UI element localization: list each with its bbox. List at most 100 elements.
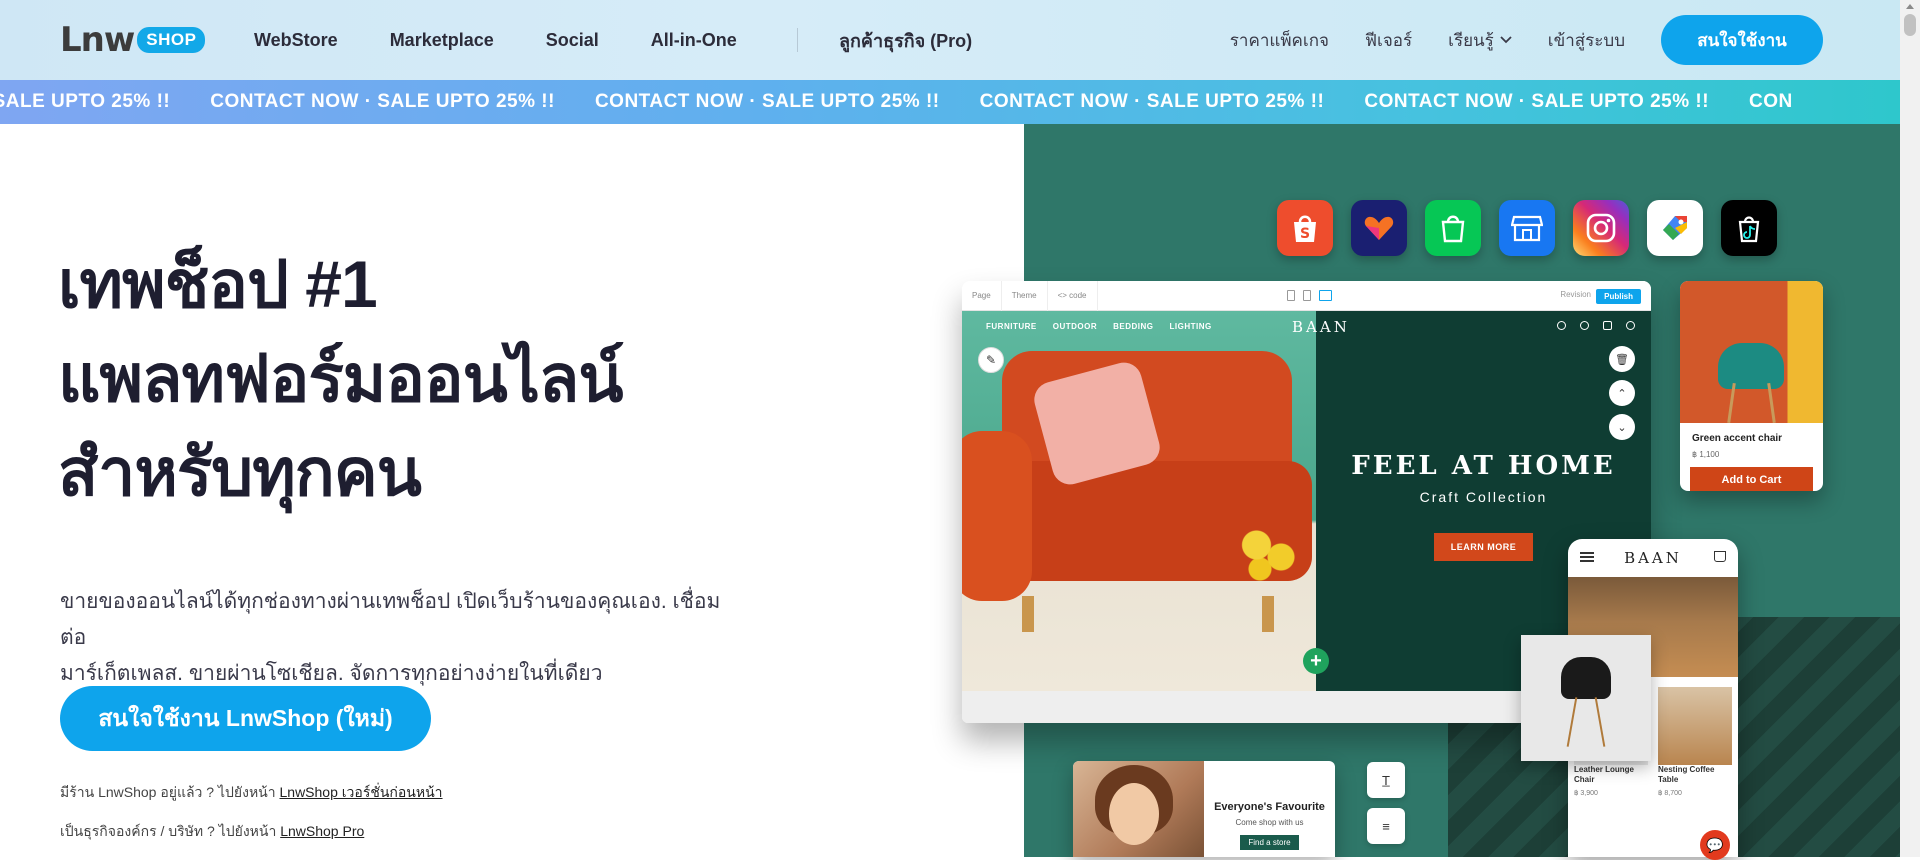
sofa-leg [1022, 596, 1034, 632]
sofa-photo [962, 311, 1316, 691]
promo-mini-card: Everyone's Favourite Come shop with us F… [1073, 761, 1335, 857]
product-card: Green accent chair ฿ 1,100 Add to Cart [1680, 281, 1823, 491]
hero-title-line: สำหรับทุกคน [58, 435, 422, 509]
hero-subtitle: ขายของออนไลน์ได้ทุกช่องทางผ่านเทพช็อป เป… [60, 584, 740, 692]
mobile-product-name: Leather Lounge Chair [1574, 765, 1635, 784]
product-name: Green accent chair [1692, 433, 1783, 444]
lnwshop-pro-link[interactable]: LnwShop Pro [280, 823, 364, 839]
mobile-cart-icon[interactable] [1714, 551, 1726, 562]
nav-pricing[interactable]: ราคาแพ็คเกจ [1230, 27, 1329, 54]
publish-button[interactable]: Publish [1596, 289, 1641, 304]
hamburger-menu-icon[interactable] [1580, 552, 1594, 562]
nav-social[interactable]: Social [546, 30, 599, 51]
existing-shop-note: มีร้าน LnwShop อยู่แล้ว ? ไปยังหน้า LnwS… [60, 782, 443, 804]
site-brand: BAAN [1292, 318, 1350, 336]
site-nav-icons [1557, 321, 1635, 330]
user-icon[interactable] [1626, 321, 1635, 330]
cart-icon[interactable] [1603, 321, 1612, 330]
hero-cta-button[interactable]: สนใจใช้งาน LnwShop (ใหม่) [60, 686, 431, 751]
editor-tab-code[interactable]: <> code [1048, 281, 1098, 311]
mobile-device-icon[interactable] [1287, 290, 1295, 301]
chair-seat [1561, 657, 1611, 699]
editor-tab-page[interactable]: Page [962, 281, 1002, 311]
text-style-icon[interactable]: T̲ [1367, 762, 1405, 798]
learn-more-button[interactable]: LEARN MORE [1433, 533, 1534, 561]
secondary-nav: ราคาแพ็คเกจ ฟีเจอร์ เรียนรู้ เข้าสู่ระบบ… [1230, 0, 1823, 80]
svg-text:S: S [1300, 226, 1310, 242]
site-nav-furniture[interactable]: FURNITURE [986, 322, 1037, 331]
mobile-brand: BAAN [1624, 549, 1682, 567]
mobile-product-price: ฿ 8,700 [1658, 790, 1682, 797]
marquee-segment: CON [1749, 91, 1793, 112]
page-scrollbar[interactable] [1900, 0, 1920, 857]
hero-title-line: เทพช็อป #1 [58, 247, 378, 321]
nav-all-in-one[interactable]: All-in-One [651, 30, 737, 51]
site-nav-lighting[interactable]: LIGHTING [1170, 322, 1212, 331]
logo-shop-badge: SHOP [137, 27, 206, 53]
previous-version-link[interactable]: LnwShop เวอร์ชั่นก่อนหน้า [280, 784, 443, 800]
desktop-device-icon[interactable] [1319, 290, 1332, 301]
nav-marketplace[interactable]: Marketplace [390, 30, 494, 51]
nav-login[interactable]: เข้าสู่ระบบ [1548, 27, 1625, 54]
top-header: Lnw SHOP WebStore Marketplace Social All… [0, 0, 1900, 80]
site-nav-bedding[interactable]: BEDDING [1113, 322, 1153, 331]
main-nav: WebStore Marketplace Social All-in-One [254, 0, 789, 80]
trash-icon[interactable]: 🗑 [1609, 346, 1635, 372]
chat-bubble-icon[interactable]: 💬 [1700, 830, 1730, 860]
bell-icon[interactable] [1580, 321, 1589, 330]
channel-icons: S [1277, 200, 1777, 256]
lemons-decor [1232, 521, 1302, 581]
business-note-text: เป็นธุรกิจองค์กร / บริษัท ? ไปยังหน้า [60, 823, 281, 839]
google-merchant-icon [1647, 200, 1703, 256]
move-up-icon[interactable]: ⌃ [1609, 380, 1635, 406]
scrollbar-thumb[interactable] [1904, 14, 1916, 36]
nav-learn[interactable]: เรียนรู้ [1448, 27, 1512, 54]
tablet-device-icon[interactable] [1303, 290, 1311, 301]
shopee-icon: S [1277, 200, 1333, 256]
move-down-icon[interactable]: ⌄ [1609, 414, 1635, 440]
mobile-product-name: Nesting Coffee Table [1658, 765, 1715, 784]
product-image [1680, 281, 1823, 424]
add-to-cart-button[interactable]: Add to Cart [1690, 467, 1813, 491]
edit-pen-icon[interactable]: ✎ [978, 347, 1004, 373]
hero-title-line: แพลทฟอร์มออนไลน์ [58, 341, 623, 415]
search-icon[interactable] [1557, 321, 1566, 330]
sofa-arm [962, 431, 1032, 601]
nav-pro[interactable]: ลูกค้าธุรกิจ (Pro) [839, 0, 972, 80]
add-section-icon[interactable]: + [1303, 648, 1329, 674]
product-price: ฿ 1,100 [1692, 450, 1720, 459]
editor-tab-theme[interactable]: Theme [1002, 281, 1048, 311]
revision-button[interactable]: Revision [1560, 290, 1591, 299]
nav-webstore[interactable]: WebStore [254, 30, 338, 51]
woman-portrait [1073, 761, 1204, 857]
header-cta-button[interactable]: สนใจใช้งาน [1661, 15, 1823, 65]
existing-shop-note-text: มีร้าน LnwShop อยู่แล้ว ? ไปยังหน้า [60, 784, 280, 800]
align-text-icon[interactable]: ≡ [1367, 808, 1405, 844]
marquee-segment: CONTACT NOW · SALE UPTO 25% !! [594, 91, 940, 112]
mini-card-subtitle: Come shop with us [1235, 818, 1304, 827]
device-toggle [1287, 290, 1332, 301]
mobile-product-item[interactable]: Nesting Coffee Table ฿ 8,700 [1658, 687, 1732, 797]
chair-seat [1718, 343, 1784, 389]
nav-features[interactable]: ฟีเจอร์ [1365, 27, 1412, 54]
hero-subtitle-line: ขายของออนไลน์ได้ทุกช่องทางผ่านเทพช็อป เป… [60, 590, 721, 649]
banner-headline: FEEL AT HOME [1351, 451, 1616, 481]
text-tools: T̲ ≡ [1367, 762, 1405, 844]
lnwshop-logo[interactable]: Lnw SHOP [60, 23, 206, 57]
marquee-segment: CONTACT NOW · SALE UPTO 25% !! [979, 91, 1325, 112]
mobile-header: BAAN [1568, 539, 1738, 577]
mini-card-text: Everyone's Favourite Come shop with us F… [1204, 761, 1335, 850]
nav-divider [797, 28, 798, 52]
mobile-product-image [1658, 687, 1732, 765]
mini-card-title: Everyone's Favourite [1214, 801, 1325, 813]
banner-subheadline: Craft Collection [1419, 489, 1548, 505]
find-store-button[interactable]: Find a store [1240, 835, 1299, 850]
marquee-segment: CONTACT NOW · SALE UPTO 25% !! [210, 91, 555, 112]
chair-leg [1594, 697, 1606, 747]
chair-leg [1566, 697, 1578, 747]
tiktok-icon [1721, 200, 1777, 256]
site-nav-outdoor[interactable]: OUTDOOR [1053, 322, 1097, 331]
scroll-up-arrow-icon[interactable] [1906, 4, 1914, 9]
storefront-icon [1499, 200, 1555, 256]
editor-toolbar: Page Theme <> code Revision Publish [962, 281, 1651, 311]
